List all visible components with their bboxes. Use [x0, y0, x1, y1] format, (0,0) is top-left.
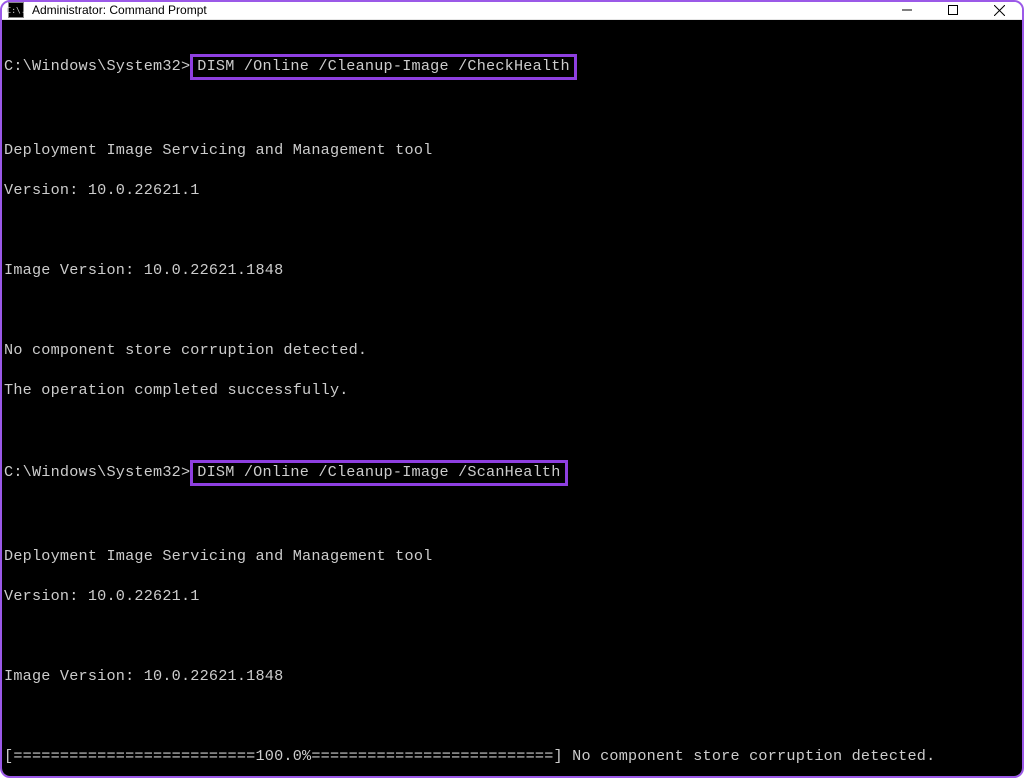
output-line: Version: 10.0.22621.1 — [4, 586, 1022, 606]
output-line: The operation completed successfully. — [4, 380, 1022, 400]
window-frame: C:\. Administrator: Command Prompt C:\Wi… — [0, 0, 1024, 778]
blank-line — [4, 706, 1022, 726]
window-title: Administrator: Command Prompt — [32, 3, 207, 17]
output-line: Deployment Image Servicing and Managemen… — [4, 140, 1022, 160]
blank-line — [4, 420, 1022, 440]
output-line: Image Version: 10.0.22621.1848 — [4, 260, 1022, 280]
minimize-button[interactable] — [884, 2, 930, 19]
blank-line — [4, 220, 1022, 240]
output-line: [==========================100.0%=======… — [4, 746, 1022, 766]
output-line: Deployment Image Servicing and Managemen… — [4, 546, 1022, 566]
window-controls — [884, 2, 1022, 19]
command-prompt-icon: C:\. — [8, 2, 24, 18]
command-highlight-2: DISM /Online /Cleanup-Image /ScanHealth — [190, 460, 567, 486]
blank-line — [4, 300, 1022, 320]
terminal-output[interactable]: C:\Windows\System32>DISM /Online /Cleanu… — [2, 20, 1022, 776]
output-line: No component store corruption detected. — [4, 340, 1022, 360]
blank-line — [4, 506, 1022, 526]
titlebar[interactable]: C:\. Administrator: Command Prompt — [2, 2, 1022, 20]
command-highlight-1: DISM /Online /Cleanup-Image /CheckHealth — [190, 54, 577, 80]
prompt-line: C:\Windows\System32>DISM /Online /Cleanu… — [4, 460, 1022, 486]
output-line: Image Version: 10.0.22621.1848 — [4, 666, 1022, 686]
maximize-button[interactable] — [930, 2, 976, 19]
prompt-line: C:\Windows\System32>DISM /Online /Cleanu… — [4, 54, 1022, 80]
close-button[interactable] — [976, 2, 1022, 19]
blank-line — [4, 626, 1022, 646]
output-line: Version: 10.0.22621.1 — [4, 180, 1022, 200]
blank-line — [4, 100, 1022, 120]
